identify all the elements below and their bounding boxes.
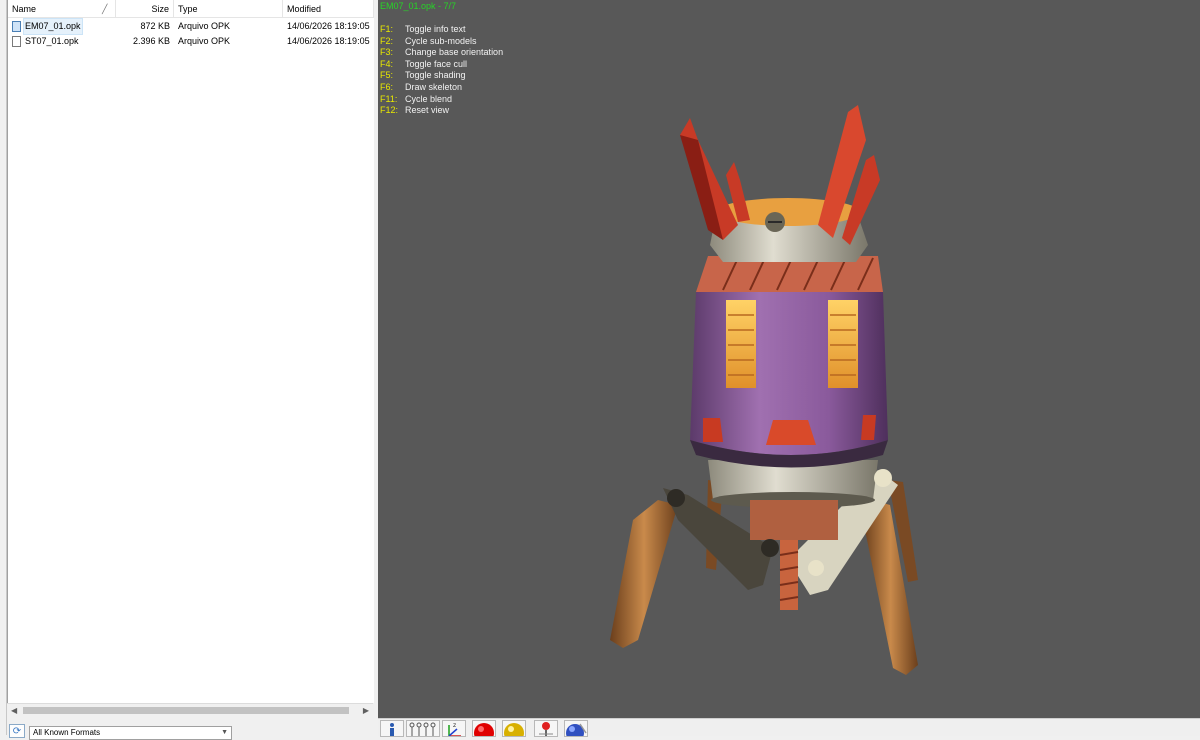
yellow-sphere-icon: [504, 723, 524, 736]
chevron-down-icon: ▼: [221, 729, 228, 736]
file-modified: 14/06/2026 18:19:05: [287, 36, 370, 46]
file-row[interactable]: EM07_01.opk 872 KB Arquivo OPK 14/06/202…: [8, 18, 374, 35]
column-header-type[interactable]: Type: [174, 0, 283, 18]
skeleton-icon: [409, 722, 436, 736]
svg-text:z: z: [453, 722, 456, 729]
viewer-toolbar: z: [378, 718, 1200, 737]
file-size: 2.396 KB: [132, 36, 170, 46]
file-type: Arquivo OPK: [178, 36, 231, 46]
column-name-label: Name: [12, 4, 37, 14]
refresh-button[interactable]: ⟳: [9, 724, 25, 738]
info-icon: [390, 723, 394, 736]
robot-model-render: [610, 105, 918, 675]
file-type: Arquivo OPK: [178, 21, 231, 31]
file-list[interactable]: Name ╱ Size Type Modified EM07_01.opk 87…: [7, 0, 374, 703]
texture-sphere-icon: [566, 723, 587, 736]
file-browser-panel: Name ╱ Size Type Modified EM07_01.opk 87…: [0, 0, 376, 740]
scroll-left-arrow-icon[interactable]: ◀: [11, 706, 17, 715]
sort-indicator-icon: ╱: [102, 4, 108, 14]
panel-frame: [0, 0, 7, 735]
column-type-label: Type: [178, 4, 198, 14]
info-button[interactable]: [380, 720, 404, 737]
column-size-label: Size: [151, 4, 169, 14]
file-size: 872 KB: [140, 21, 170, 31]
axes-icon: z: [448, 722, 461, 736]
file-name: ST07_01.opk: [25, 36, 79, 46]
scroll-right-arrow-icon[interactable]: ▶: [363, 706, 369, 715]
format-filter-value: All Known Formats: [33, 728, 101, 737]
red-sphere-icon: [474, 723, 494, 736]
refresh-icon: ⟳: [12, 726, 22, 737]
column-header-size[interactable]: Size: [116, 0, 174, 18]
column-header-modified[interactable]: Modified: [283, 0, 374, 18]
column-header-name[interactable]: Name ╱: [8, 0, 116, 18]
format-filter-select[interactable]: All Known Formats ▼: [29, 726, 232, 740]
yellow-sphere-button[interactable]: [502, 720, 526, 737]
file-name: EM07_01.opk: [23, 18, 83, 35]
blank-file-icon: [12, 36, 21, 47]
opk-file-icon: [12, 21, 21, 32]
light-button[interactable]: [534, 720, 558, 737]
texture-sphere-button[interactable]: [564, 720, 588, 737]
axes-button[interactable]: z: [442, 720, 466, 737]
skeleton-button[interactable]: [406, 720, 440, 737]
scrollbar-thumb[interactable]: [23, 707, 349, 714]
red-sphere-button[interactable]: [472, 720, 496, 737]
model-viewport[interactable]: EM07_01.opk - 7/7 F1: Toggle info text F2…: [378, 0, 1200, 718]
horizontal-scrollbar[interactable]: ◀ ▶: [7, 703, 373, 718]
file-row[interactable]: ST07_01.opk 2.396 KB Arquivo OPK 14/06/2…: [8, 34, 374, 49]
light-icon: [539, 722, 553, 736]
file-modified: 14/06/2026 18:19:05: [287, 21, 370, 31]
column-modified-label: Modified: [287, 4, 322, 14]
format-bar: ⟳ All Known Formats ▼: [7, 722, 373, 740]
